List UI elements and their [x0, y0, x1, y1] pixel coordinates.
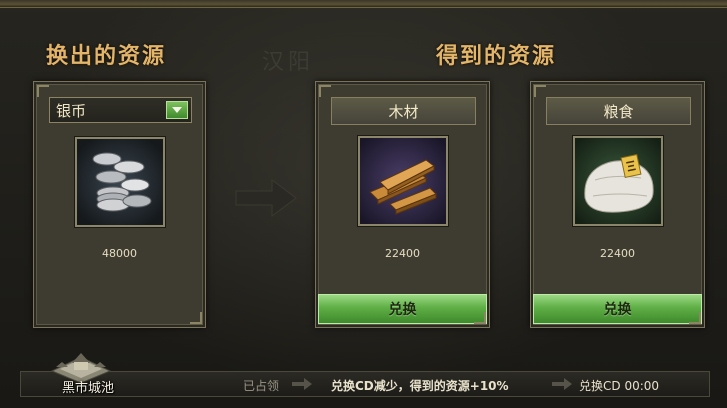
arrow-right-icon: [292, 378, 312, 390]
arrow-right-icon: [235, 179, 297, 217]
wood-amount: 22400: [385, 247, 420, 260]
cooldown-label-text: 兑换CD: [579, 379, 621, 393]
source-resource-select[interactable]: 银币: [49, 97, 192, 123]
target-panel-wood: 木材 22400 兑换: [315, 81, 490, 328]
source-amount: 48000: [102, 247, 137, 260]
silver-coins-icon: [74, 137, 165, 227]
exchange-wood-button[interactable]: 兑换: [318, 294, 487, 324]
wood-label: 木材: [331, 97, 476, 125]
give-resources-title: 换出的资源: [46, 44, 167, 69]
bonus-text: 兑换CD减少，得到的资源+10%: [331, 379, 509, 393]
occupied-status: 已占领: [243, 379, 280, 393]
arrow-right-icon: [552, 378, 572, 390]
receive-resources-title: 得到的资源: [436, 44, 557, 69]
target-panel-grain: 粮食 22400 兑换: [530, 81, 705, 328]
cooldown-label: 兑换CD 00:00: [579, 377, 659, 394]
chevron-down-icon[interactable]: [166, 101, 188, 119]
background-watermark: 汉阳: [262, 50, 315, 75]
wood-planks-icon: [357, 136, 448, 226]
market-exchange-screen: 汉阳 换出的资源 得到的资源 银币 48000 木材 22400 兑换 粮食 2…: [0, 0, 727, 408]
source-resource-panel: 银币 48000: [33, 81, 206, 328]
top-border: [0, 0, 727, 8]
source-resource-value: 银币: [56, 101, 87, 120]
cooldown-value: 00:00: [624, 379, 660, 393]
grain-amount: 22400: [600, 247, 635, 260]
exchange-grain-button[interactable]: 兑换: [533, 294, 702, 324]
grain-label: 粮食: [546, 97, 691, 125]
city-name: 黑市城池: [62, 381, 115, 396]
status-bar: 已占领 兑换CD减少，得到的资源+10% 兑换CD 00:00: [20, 371, 710, 397]
grain-sack-icon: [572, 136, 663, 226]
